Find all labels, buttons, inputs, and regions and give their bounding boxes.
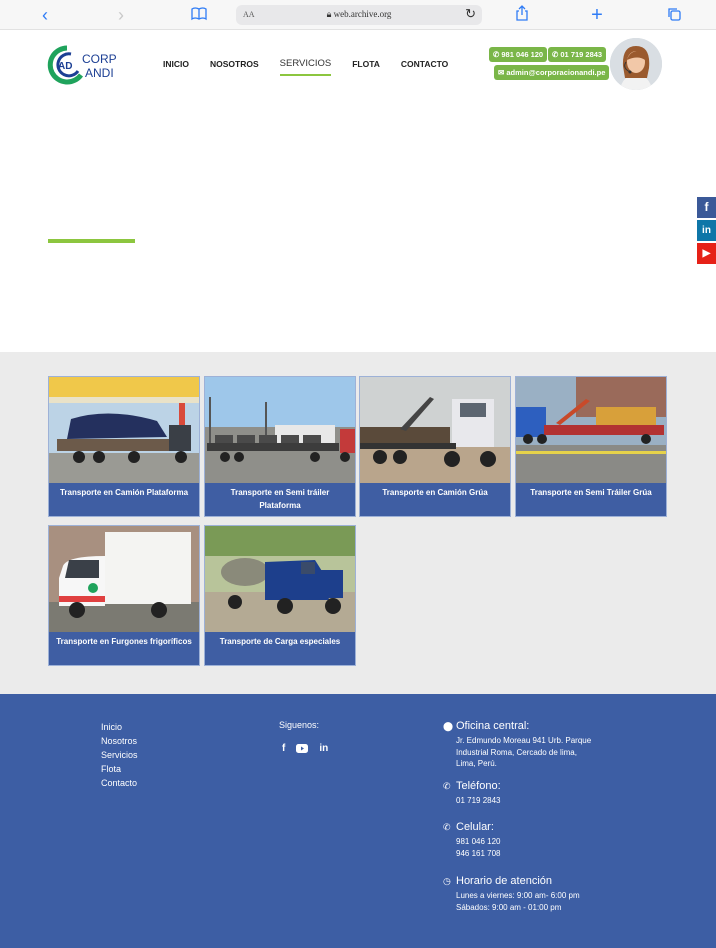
location-pin-icon: ⬤ (443, 721, 454, 731)
mail-icon: ✉ (498, 68, 505, 77)
office-line: Jr. Edmundo Moreau 941 Urb. Parque (456, 736, 592, 745)
logo-text-top: CORP (82, 52, 117, 66)
browser-toolbar: ‹ › AA 🔒︎ web.archive.org ↻ + (0, 0, 716, 30)
nav-contacto[interactable]: CONTACTO (401, 59, 448, 70)
facebook-icon[interactable]: f (282, 743, 285, 757)
phone-line: 01 719 2843 (456, 796, 501, 805)
phone-icon: ✆ (443, 822, 451, 832)
reload-icon[interactable]: ↻ (465, 6, 476, 22)
support-avatar (610, 38, 662, 90)
hero-accent-line (48, 239, 135, 243)
main-nav: INICIO NOSOTROS SERVICIOS FLOTA CONTACTO (163, 58, 469, 76)
service-title: Transporte de Carga especiales (219, 637, 341, 646)
service-title: Transporte en Camión Grúa (382, 488, 488, 497)
phone-number: 01 719 2843 (560, 50, 603, 59)
office-block: ⬤ Oficina central: Jr. Edmundo Moreau 941… (443, 720, 591, 770)
mobile-title: Celular: (456, 821, 494, 833)
service-photo (205, 377, 355, 483)
nav-servicios[interactable]: SERVICIOS (279, 58, 331, 76)
service-title: Transporte en Camión Plataforma (59, 488, 189, 497)
service-card[interactable]: Transporte en Camión Plataforma (48, 376, 200, 517)
site-header: AD CORP ANDI INICIO NOSOTROS SERVICIOS F… (0, 30, 716, 100)
facebook-icon[interactable]: f (697, 197, 716, 218)
service-photo (516, 377, 666, 483)
whatsapp-icon: ✆ (493, 50, 500, 59)
hours-title: Horario de atención (456, 875, 553, 887)
service-card[interactable]: Transporte en Camión Grúa (359, 376, 511, 517)
email-address: admin@corporacionandi.pe (506, 68, 606, 77)
mobile-line: 981 046 120 (456, 837, 501, 846)
mobile-block: ✆ Celular: 981 046 120 946 161 708 (443, 821, 501, 859)
phone-pill[interactable]: ✆ 01 719 2843 (548, 47, 607, 62)
url-text: web.archive.org (333, 9, 392, 19)
hours-line: Sábados: 9:00 am - 01:00 pm (456, 902, 562, 912)
footer-link-nosotros[interactable]: Nosotros (101, 734, 138, 748)
phone-icon: ✆ (443, 781, 451, 791)
hours-line: Lunes a viernes: 9:00 am- 6:00 pm (456, 891, 580, 900)
company-logo[interactable]: AD CORP ANDI (47, 45, 127, 85)
service-card[interactable]: Transporte de Carga especiales (204, 525, 356, 666)
youtube-icon[interactable]: ▶ (697, 243, 716, 264)
youtube-icon[interactable] (296, 743, 309, 757)
phone-block: ✆ Teléfono: 01 719 2843 (443, 780, 501, 807)
phone-title: Teléfono: (456, 780, 501, 792)
hours-block: ◷ Horario de atención Lunes a viernes: 9:… (443, 875, 580, 913)
forward-icon[interactable]: › (108, 4, 134, 26)
follow-label: Siguenos: (279, 720, 320, 730)
site-footer: Inicio Nosotros Servicios Flota Contacto… (0, 694, 716, 948)
office-title: Oficina central: (456, 720, 530, 732)
office-line: Industrial Roma, Cercado de lima, (456, 747, 577, 757)
logo-mark: AD (58, 61, 72, 72)
whatsapp-pill[interactable]: ✆ 981 046 120 (489, 47, 548, 62)
service-title: Transporte en Semi tráiler Plataforma (230, 488, 330, 510)
new-tab-icon[interactable]: + (584, 4, 610, 26)
service-photo (49, 377, 199, 483)
service-card[interactable]: Transporte en Semi Tráiler Grúa (515, 376, 667, 517)
service-photo (49, 526, 199, 632)
services-section: Transporte en Camión Plataforma Transpor… (0, 352, 716, 694)
nav-flota[interactable]: FLOTA (352, 59, 380, 70)
address-bar[interactable]: AA 🔒︎ web.archive.org ↻ (236, 5, 482, 25)
phone-icon: ✆ (552, 50, 559, 59)
footer-social: f in (282, 743, 328, 757)
mobile-line: 946 161 708 (456, 848, 501, 858)
service-photo (360, 377, 510, 483)
email-pill[interactable]: ✉ admin@corporacionandi.pe (494, 65, 610, 80)
bookmarks-icon[interactable] (186, 4, 212, 26)
footer-link-flota[interactable]: Flota (101, 762, 138, 776)
tabs-icon[interactable] (661, 4, 687, 26)
footer-links: Inicio Nosotros Servicios Flota Contacto (101, 720, 138, 790)
footer-link-contacto[interactable]: Contacto (101, 776, 138, 790)
nav-nosotros[interactable]: NOSOTROS (210, 59, 259, 70)
service-card[interactable]: Transporte en Furgones frigoríficos (48, 525, 200, 666)
nav-inicio[interactable]: INICIO (163, 59, 189, 70)
service-photo (205, 526, 355, 632)
service-title: Transporte en Furgones frigoríficos (56, 637, 192, 646)
service-card[interactable]: Transporte en Semi tráiler Plataforma (204, 376, 356, 517)
social-side-bar: f in ▶ (697, 197, 716, 266)
linkedin-icon[interactable]: in (697, 220, 716, 241)
lock-icon: 🔒︎ (326, 9, 332, 19)
service-title: Transporte en Semi Tráiler Grúa (530, 488, 652, 497)
back-icon[interactable]: ‹ (32, 4, 58, 26)
clock-icon: ◷ (443, 876, 451, 886)
linkedin-icon[interactable]: in (319, 743, 328, 757)
logo-text-bottom: ANDI (85, 66, 114, 80)
office-line: Lima, Perú. (456, 759, 497, 768)
footer-link-servicios[interactable]: Servicios (101, 748, 138, 762)
footer-link-inicio[interactable]: Inicio (101, 720, 138, 734)
share-icon[interactable] (509, 4, 535, 26)
whatsapp-number: 981 046 120 (501, 50, 544, 59)
